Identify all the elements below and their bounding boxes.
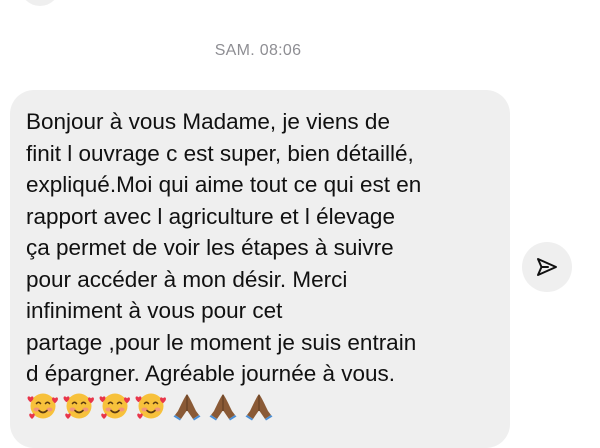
paper-plane-icon [537,258,557,276]
message-text: Bonjour à vous Madame, je viens de finit… [26,109,422,386]
message-bubble[interactable]: Bonjour à vous Madame, je viens de finit… [10,90,510,448]
smiling-face-with-hearts-icon [135,393,166,419]
smiling-face-with-hearts-icon [27,393,58,419]
folded-hands-icon [173,393,201,420]
smiling-face-with-hearts-icon [99,393,130,419]
folded-hands-icon [245,393,273,420]
message-timestamp: SAM. 08:06 [214,42,302,59]
emoji-row [26,391,494,421]
previous-message-bubble [20,0,60,6]
folded-hands-icon [209,393,237,420]
smiling-face-with-hearts-icon [63,393,94,419]
share-button[interactable] [522,242,572,292]
